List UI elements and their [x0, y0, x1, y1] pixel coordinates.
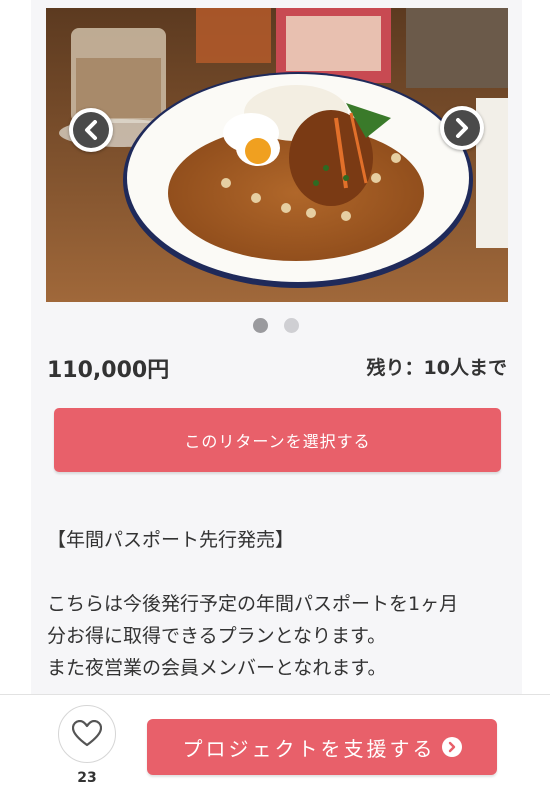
- description-line: こちらは今後発行予定の年間パスポートを1ヶ月: [47, 593, 459, 615]
- reward-price: 110,000円: [47, 358, 170, 383]
- support-button-label: プロジェクトを支援する: [182, 736, 436, 761]
- description-line: 分お得に取得できるプランとなります。: [47, 625, 387, 647]
- carousel-dots: [253, 318, 299, 333]
- carousel-dot-2[interactable]: [284, 318, 299, 333]
- carousel-dot-1[interactable]: [253, 318, 268, 333]
- heart-icon: [72, 720, 102, 747]
- reward-description: 【年間パスポート先行発売】 こちらは今後発行予定の年間パスポートを1ヶ月 分お得…: [47, 524, 507, 684]
- carousel-prev-button[interactable]: [69, 108, 113, 152]
- select-reward-button[interactable]: このリターンを選択する: [54, 408, 501, 472]
- description-spacer: [47, 556, 507, 588]
- chevron-left-icon: [73, 112, 109, 148]
- reward-remaining: 残り：10人まで: [366, 357, 507, 379]
- curry-plate-illustration: [46, 8, 508, 302]
- arrow-circle-right-icon: [441, 737, 462, 757]
- description-line: 【年間パスポート先行発売】: [47, 529, 295, 551]
- like-button[interactable]: [58, 705, 116, 763]
- carousel-next-button[interactable]: [440, 106, 484, 150]
- curry-plate-photo: [46, 8, 508, 302]
- support-project-button[interactable]: プロジェクトを支援する: [147, 719, 497, 775]
- description-line: また夜営業の会員メンバーとなれます。: [47, 657, 387, 679]
- like-count: 23: [77, 770, 97, 786]
- chevron-right-icon: [444, 110, 480, 146]
